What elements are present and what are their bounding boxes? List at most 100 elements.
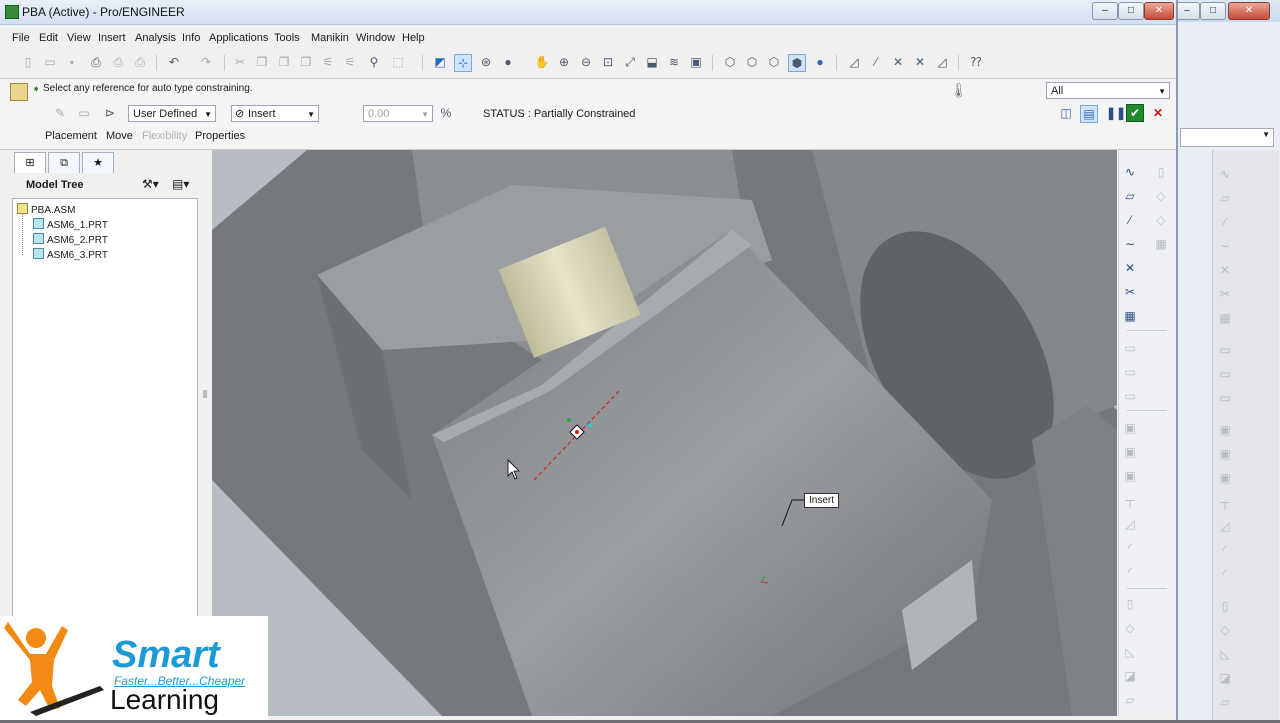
saved-views-icon[interactable]: ⬓	[644, 54, 660, 70]
tree-root[interactable]: PBA.ASM	[17, 203, 75, 216]
redo-icon[interactable]: ↷	[198, 54, 214, 70]
datum-axes-icon[interactable]: ⊹	[454, 54, 472, 72]
filter-dropdown[interactable]: All ▼	[1046, 82, 1170, 99]
tree-item-part-1[interactable]: ASM6_1.PRT	[33, 218, 108, 231]
background-window: ‒ □ ✕ ▼ ∿ ▱ ⁄ ∼ ✕ ✂ ▦ ▭ ▭ ▭ ▣ ▣ ▣ ┬ ◿ ◜ …	[1172, 0, 1280, 720]
new-icon[interactable]: ▯	[20, 54, 36, 70]
open-icon[interactable]: ▭	[42, 54, 58, 70]
sketch-tool-icon[interactable]: ∿	[1122, 164, 1138, 180]
edit-icon[interactable]: ✎	[52, 105, 68, 121]
menu-manikin[interactable]: Manikin	[311, 32, 349, 44]
enhanced-realism-icon[interactable]: ●	[812, 54, 828, 70]
tab-properties[interactable]: Properties	[195, 130, 245, 142]
create-component-icon: ▭	[1124, 365, 1136, 379]
select-box-icon[interactable]: ⬚	[390, 54, 406, 70]
datum-points-icon[interactable]: ⊛	[478, 54, 494, 70]
datum-planes-icon[interactable]: ◩	[432, 54, 448, 70]
menu-view[interactable]: View	[67, 32, 91, 44]
confirm-icon[interactable]: ✔	[1126, 104, 1144, 122]
hidden-line-icon[interactable]: ⬡	[744, 54, 760, 70]
graphics-viewport[interactable]: Insert	[212, 150, 1117, 716]
tab-move[interactable]: Move	[106, 130, 133, 142]
view-manager-icon[interactable]: ▣	[688, 54, 704, 70]
find-icon[interactable]: ⚲	[366, 54, 382, 70]
constraint-type-value: Insert	[248, 108, 276, 120]
analysis-tool-icon[interactable]: ▦	[1122, 308, 1138, 324]
tab-placement[interactable]: Placement	[45, 130, 97, 142]
print-icon[interactable]: ⎙	[88, 54, 104, 70]
print-preview-icon[interactable]: ⎙	[110, 54, 126, 70]
part-icon	[33, 248, 44, 259]
wireframe-icon[interactable]: ⬡	[722, 54, 738, 70]
save-icon[interactable]: ▪	[64, 54, 80, 70]
menu-window[interactable]: Window	[356, 32, 395, 44]
constraint-set-dropdown[interactable]: User Defined ▼	[128, 105, 216, 122]
csys-display-icon[interactable]: ✕	[912, 54, 928, 70]
csys-tool-icon[interactable]: ✂	[1122, 284, 1138, 300]
shaded-icon[interactable]: ⬢	[788, 54, 806, 72]
menu-insert[interactable]: Insert	[98, 32, 126, 44]
flip-offset-icon[interactable]: %	[438, 105, 454, 121]
refit-icon[interactable]: ⊡	[600, 54, 616, 70]
undo-icon[interactable]: ↶	[166, 54, 182, 70]
bg-close-icon[interactable]: ✕	[1228, 2, 1270, 20]
copy-icon[interactable]: ❐	[254, 54, 270, 70]
axis-display-icon[interactable]: ⁄	[868, 54, 884, 70]
bg-maximize-icon[interactable]: □	[1200, 2, 1226, 20]
assembly-window-icon[interactable]: ▤	[1080, 105, 1098, 123]
plane-display-icon[interactable]: ◿	[846, 54, 862, 70]
zoom-in-icon[interactable]: ⊕	[556, 54, 572, 70]
navigator-tabs: ⊞ ⧉ ★	[8, 152, 208, 174]
drag-handle-center	[575, 430, 579, 434]
menu-applications[interactable]: Applications	[209, 32, 268, 44]
bg-dropdown[interactable]: ▼	[1180, 128, 1274, 147]
show-icon[interactable]: ▤▾	[172, 177, 189, 191]
point-display-icon[interactable]: ✕	[890, 54, 906, 70]
tab-flexibility[interactable]: Flexibility	[142, 130, 187, 142]
datum-plane-tool-icon[interactable]: ▱	[1122, 188, 1138, 204]
pause-icon[interactable]: ❚❚	[1106, 105, 1126, 121]
minimize-icon[interactable]: ‒	[1092, 2, 1118, 20]
zoom-out-icon[interactable]: ⊖	[578, 54, 594, 70]
tree-item-label: ASM6_1.PRT	[47, 220, 108, 231]
menu-file[interactable]: File	[12, 32, 30, 44]
cancel-icon[interactable]: ✕	[1150, 105, 1166, 121]
close-icon[interactable]: ✕	[1144, 2, 1174, 20]
pan-icon[interactable]: ✋	[534, 54, 550, 70]
panel-splitter[interactable]	[203, 390, 207, 398]
datum-curve-tool-icon[interactable]: ∼	[1122, 236, 1138, 252]
offset-input[interactable]: 0.00 ▼	[363, 105, 433, 122]
menu-analysis[interactable]: Analysis	[135, 32, 176, 44]
paste-icon[interactable]: ❐	[276, 54, 292, 70]
shading-icon[interactable]: ●	[500, 54, 516, 70]
datum-axis-tool-icon[interactable]: ⁄	[1122, 212, 1138, 228]
tree-item-part-3[interactable]: ASM6_3.PRT	[33, 248, 108, 261]
model-tree-tab-icon[interactable]: ⊞	[14, 152, 46, 173]
tree-item-part-2[interactable]: ASM6_2.PRT	[33, 233, 108, 246]
folder-browser-tab-icon[interactable]: ⧉	[48, 152, 80, 173]
help-context-icon[interactable]: ⁇	[968, 54, 984, 70]
cut-icon[interactable]: ✂	[232, 54, 248, 70]
settings-icon[interactable]: ⚒▾	[142, 177, 159, 191]
datum-point-tool-icon[interactable]: ✕	[1122, 260, 1138, 276]
paste-special-icon[interactable]: ❐	[298, 54, 314, 70]
layers-icon[interactable]: ≋	[666, 54, 682, 70]
email-icon[interactable]: ⎙	[132, 54, 148, 70]
constraint-type-dropdown[interactable]: ⊘ Insert ▼	[231, 105, 319, 122]
favorites-tab-icon[interactable]: ★	[82, 152, 114, 173]
manage-regen-icon[interactable]: ⚟	[342, 54, 358, 70]
separate-window-icon[interactable]: ◫	[1058, 105, 1074, 121]
maximize-icon[interactable]: □	[1118, 2, 1144, 20]
no-hidden-icon[interactable]: ⬡	[766, 54, 782, 70]
annotation-display-icon[interactable]: ◿	[934, 54, 950, 70]
reorient-icon[interactable]: ⤢	[622, 54, 638, 70]
menu-edit[interactable]: Edit	[39, 32, 58, 44]
tree-root-label: PBA.ASM	[31, 205, 76, 216]
menu-tools[interactable]: Tools	[274, 32, 300, 44]
menu-help[interactable]: Help	[402, 32, 425, 44]
tree-item-label: ASM6_2.PRT	[47, 235, 108, 246]
flip-icon[interactable]: ⊳	[102, 105, 118, 121]
regenerate-icon[interactable]: ⚟	[320, 54, 336, 70]
menu-info[interactable]: Info	[182, 32, 200, 44]
sketch-icon[interactable]: ▭	[76, 105, 92, 121]
